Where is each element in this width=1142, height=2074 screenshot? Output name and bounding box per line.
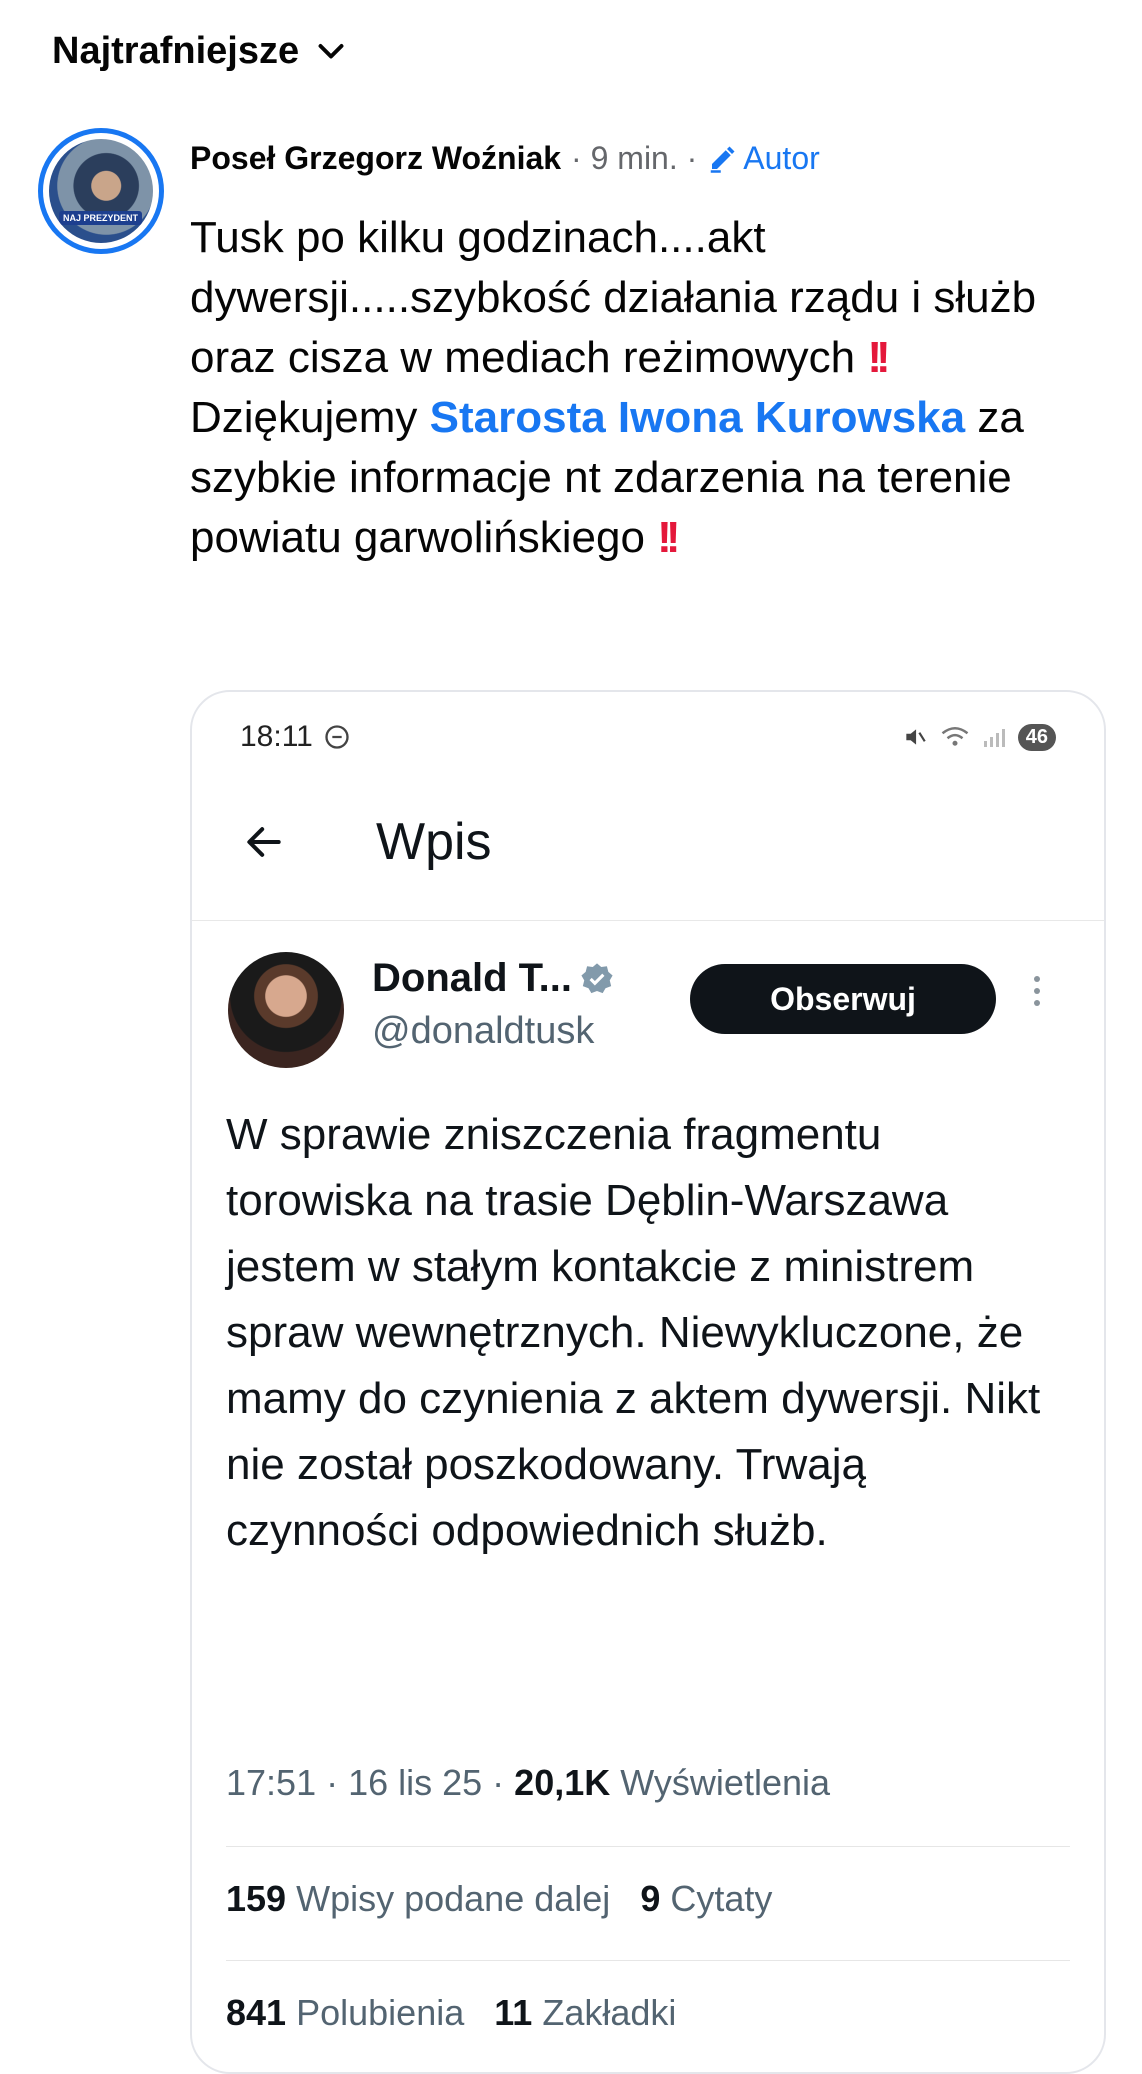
back-arrow-icon[interactable] xyxy=(242,820,286,864)
x-header-title: Wpis xyxy=(376,813,492,871)
chevron-down-icon xyxy=(318,43,344,58)
verified-badge-icon xyxy=(581,962,613,993)
x-post-header: Wpis xyxy=(242,812,492,872)
bookmarks-label[interactable]: Zakładki xyxy=(542,1992,676,2033)
tweet-views-label: Wyświetlenia xyxy=(620,1762,831,1803)
divider xyxy=(226,1846,1070,1847)
comment-time[interactable]: · 9 min. · xyxy=(571,140,697,177)
sort-label: Najtrafniejsze xyxy=(52,30,300,72)
bookmarks-count[interactable]: 11 xyxy=(494,1992,532,2033)
divider xyxy=(192,920,1104,921)
more-options-icon[interactable] xyxy=(1034,976,1040,1006)
comment-text: Tusk po kilku godzinach....akt dywersji.… xyxy=(190,208,1110,568)
phone-status-bar: 18:11 46 xyxy=(240,720,1056,754)
sort-dropdown[interactable]: Najtrafniejsze xyxy=(52,30,349,73)
tweet-views-count: 20,1K xyxy=(514,1762,611,1803)
comment-header: Poseł Grzegorz Woźniak · 9 min. · Autor xyxy=(190,140,820,177)
follow-button[interactable]: Obserwuj xyxy=(690,964,996,1034)
author-name[interactable]: Poseł Grzegorz Woźniak xyxy=(190,140,561,177)
tweet-author-name-row: Donald T... xyxy=(372,956,614,1001)
pencil-icon xyxy=(711,146,735,173)
reposts-label[interactable]: Wpisy podane dalej xyxy=(296,1878,610,1919)
tweet-author-handle: @donaldtusk xyxy=(372,1010,595,1052)
comment-text-thanks: Dziękujemy xyxy=(190,393,418,442)
double-exclamation-emoji: !! xyxy=(867,333,890,382)
quotes-count[interactable]: 9 xyxy=(640,1878,660,1919)
tweet-author-name[interactable]: Donald T... xyxy=(372,956,572,1001)
battery-indicator: 46 xyxy=(1017,723,1056,751)
divider xyxy=(226,1960,1070,1961)
comment-text-line1: Tusk po kilku godzinach....akt dywersji.… xyxy=(190,213,1037,382)
attached-screenshot[interactable]: 18:11 46 Wpis Donald T... @donaldtusk Ob… xyxy=(190,690,1106,2074)
tweet-text: W sprawie zniszczenia fragmentu torowisk… xyxy=(226,1110,1041,1555)
status-time: 18:11 xyxy=(240,720,313,753)
tweet-time: 17:51 · 16 lis 25 · xyxy=(226,1762,505,1803)
dnd-icon xyxy=(325,725,349,749)
wifi-icon xyxy=(941,727,969,746)
mute-icon xyxy=(906,729,926,745)
author-badge: Autor xyxy=(707,140,820,177)
double-exclamation-emoji-2: !! xyxy=(657,513,680,562)
avatar-photo: NAJ PREZYDENT xyxy=(49,139,153,243)
tweet-meta: 17:51 · 16 lis 25 · 20,1K Wyświetlenia xyxy=(226,1762,830,1804)
avatar-badge: NAJ PREZYDENT xyxy=(59,211,143,225)
tweet-author-avatar[interactable] xyxy=(228,952,344,1068)
mention-link[interactable]: Starosta Iwona Kurowska xyxy=(430,393,965,442)
tweet-stats-row-2: 841 Polubienia 11 Zakładki xyxy=(226,1992,676,2034)
quotes-label[interactable]: Cytaty xyxy=(670,1878,772,1919)
tweet-stats-row-1: 159 Wpisy podane dalej 9 Cytaty xyxy=(226,1878,772,1920)
commenter-avatar[interactable]: NAJ PREZYDENT xyxy=(38,128,164,254)
reposts-count[interactable]: 159 xyxy=(226,1878,286,1919)
likes-label[interactable]: Polubienia xyxy=(296,1992,464,2033)
signal-icon xyxy=(983,729,1005,747)
author-badge-label: Autor xyxy=(743,140,820,176)
likes-count[interactable]: 841 xyxy=(226,1992,286,2033)
